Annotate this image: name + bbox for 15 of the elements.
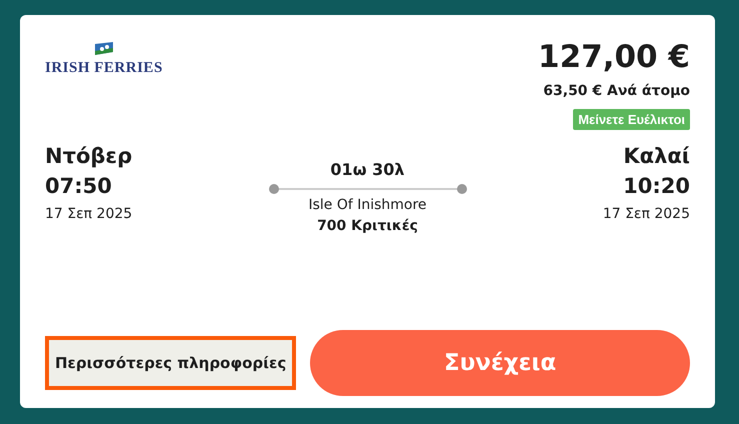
departure-date: 17 Σεπ 2025	[45, 206, 132, 222]
arrival-time: 10:20	[623, 174, 690, 198]
flexible-badge: Μείνετε Ευέλικτοι	[573, 109, 690, 130]
more-info-button[interactable]: Περισσότερες πληροφορίες	[45, 336, 296, 390]
departure-time: 07:50	[45, 174, 113, 198]
duration: 01ω 30λ	[330, 160, 405, 179]
departure-city: Ντόβερ	[45, 144, 132, 168]
vessel-name: Isle Of Inishmore	[308, 197, 427, 213]
flag-icon	[94, 41, 114, 57]
reviews-count[interactable]: 700 Κριτικές	[317, 218, 418, 234]
total-price: 127,00 €	[538, 39, 690, 75]
price-per-person: 63,50 € Ανά άτομο	[543, 83, 690, 99]
arrival-city: Καλαί	[623, 144, 690, 168]
arrival-date: 17 Σεπ 2025	[602, 206, 690, 222]
operator-logo: IRISH FERRIES	[45, 60, 163, 77]
